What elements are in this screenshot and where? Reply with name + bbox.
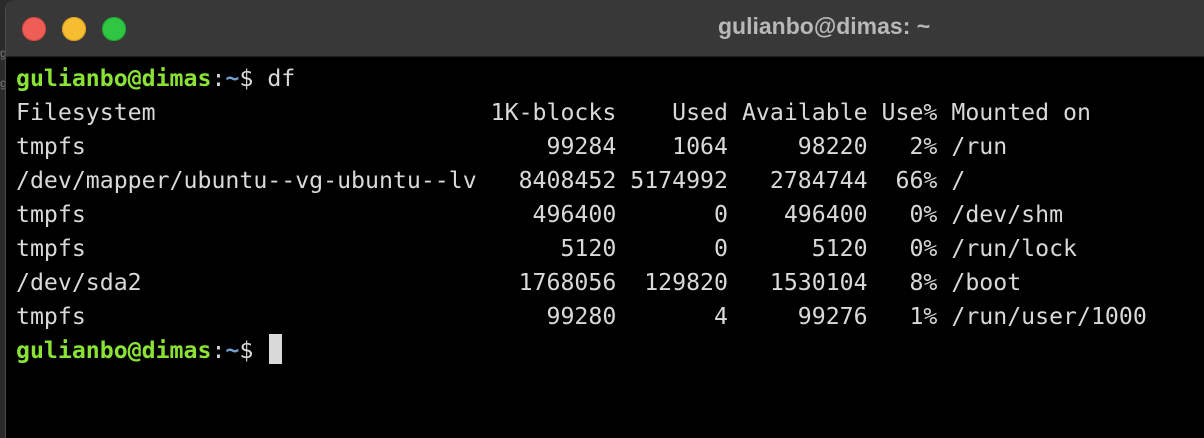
prompt-symbol: $ xyxy=(239,337,268,364)
text-cursor xyxy=(269,334,283,364)
df-cell-mount: / xyxy=(937,167,966,194)
prompt-colon: : xyxy=(211,337,226,364)
df-cell-used: 0 xyxy=(616,201,728,228)
active-prompt-line[interactable]: gulianbo@dimas:~$ xyxy=(16,334,1204,368)
df-cell-pct: 2% xyxy=(867,133,938,160)
df-cell-fs: tmpfs xyxy=(16,133,477,160)
df-cell-fs: tmpfs xyxy=(16,303,477,330)
df-cell-mount: /run/lock xyxy=(937,235,1078,262)
df-cell-pct: 66% xyxy=(867,167,938,194)
df-cell-blocks: 1768056 xyxy=(476,269,617,296)
df-row: /dev/mapper/ubuntu--vg-ubuntu--lv 840845… xyxy=(16,164,1204,198)
df-cell-mount: /boot xyxy=(937,269,1022,296)
df-cell-pct: 8% xyxy=(867,269,938,296)
df-cell-pct: 0% xyxy=(867,235,938,262)
df-row: tmpfs 5120 0 5120 0% /run/lock xyxy=(16,232,1204,266)
df-cell-used: 1064 xyxy=(616,133,728,160)
df-cell-pct: 1% xyxy=(867,303,938,330)
df-output: Filesystem 1K-blocks Used Available Use%… xyxy=(16,96,1204,334)
df-cell-avail: 99276 xyxy=(727,303,868,330)
df-cell-used: 5174992 xyxy=(616,167,728,194)
prompt-user-host: gulianbo@dimas xyxy=(16,337,212,364)
df-row: /dev/sda2 1768056 129820 1530104 8% /boo… xyxy=(16,266,1204,300)
terminal-window: gulianbo@dimas: ~ gulianbo@dimas:~$ df F… xyxy=(6,0,1204,438)
df-cell-blocks: 496400 xyxy=(476,201,617,228)
df-row: tmpfs 496400 0 496400 0% /dev/shm xyxy=(16,198,1204,232)
prompt-path: ~ xyxy=(225,65,240,92)
prompt-path: ~ xyxy=(225,337,240,364)
command-text: df xyxy=(267,65,296,92)
df-cell-avail: 1530104 xyxy=(727,269,868,296)
df-header-pct: Use% xyxy=(867,99,938,126)
df-cell-blocks: 99284 xyxy=(476,133,617,160)
df-header-row: Filesystem 1K-blocks Used Available Use%… xyxy=(16,96,1204,130)
df-row: tmpfs 99284 1064 98220 2% /run xyxy=(16,130,1204,164)
df-header-fs: Filesystem xyxy=(16,99,477,126)
df-cell-avail: 2784744 xyxy=(727,167,868,194)
df-cell-mount: /run xyxy=(937,133,1008,160)
zoom-button[interactable] xyxy=(102,17,126,41)
title-bar[interactable]: gulianbo@dimas: ~ xyxy=(6,0,1204,57)
df-cell-fs: tmpfs xyxy=(16,235,477,262)
df-header-blocks: 1K-blocks xyxy=(476,99,617,126)
window-title: gulianbo@dimas: ~ xyxy=(718,13,931,39)
df-cell-pct: 0% xyxy=(867,201,938,228)
df-cell-fs: /dev/sda2 xyxy=(16,269,477,296)
df-cell-used: 4 xyxy=(616,303,728,330)
terminal-output[interactable]: gulianbo@dimas:~$ df Filesystem 1K-block… xyxy=(16,62,1204,438)
command-line: gulianbo@dimas:~$ df xyxy=(16,62,1204,96)
df-cell-blocks: 8408452 xyxy=(476,167,617,194)
df-header-used: Used xyxy=(616,99,728,126)
df-cell-avail: 98220 xyxy=(727,133,868,160)
prompt-symbol: $ xyxy=(239,65,268,92)
prompt-colon: : xyxy=(211,65,226,92)
df-cell-blocks: 5120 xyxy=(476,235,617,262)
df-cell-avail: 5120 xyxy=(727,235,868,262)
df-cell-used: 0 xyxy=(616,235,728,262)
df-row: tmpfs 99280 4 99276 1% /run/user/1000 xyxy=(16,300,1204,334)
df-cell-avail: 496400 xyxy=(727,201,868,228)
df-header-avail: Available xyxy=(727,99,868,126)
df-cell-fs: /dev/mapper/ubuntu--vg-ubuntu--lv xyxy=(16,167,477,194)
minimize-button[interactable] xyxy=(62,17,86,41)
df-cell-mount: /dev/shm xyxy=(937,201,1064,228)
df-cell-blocks: 99280 xyxy=(476,303,617,330)
df-cell-mount: /run/user/1000 xyxy=(937,303,1147,330)
prompt-user-host: gulianbo@dimas xyxy=(16,65,212,92)
close-button[interactable] xyxy=(22,17,46,41)
df-cell-fs: tmpfs xyxy=(16,201,477,228)
df-header-mount: Mounted on xyxy=(937,99,1091,126)
df-cell-used: 129820 xyxy=(616,269,728,296)
